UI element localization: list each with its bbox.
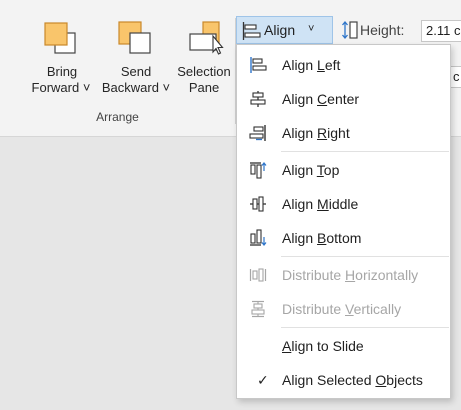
align-button-label: Align — [264, 22, 296, 38]
selection-pane-icon — [189, 21, 224, 55]
align-dropdown-button[interactable]: Align ˅ — [236, 16, 333, 44]
align-middle-icon — [250, 196, 266, 212]
selection-pane-button[interactable]: Selection Pane — [173, 18, 235, 100]
menu-item-align-right[interactable]: Align Right — [237, 116, 450, 150]
align-icon — [242, 22, 261, 40]
bring-forward-icon — [44, 22, 76, 54]
menu-item-label: Align to Slide — [282, 338, 364, 354]
align-bottom-icon — [250, 229, 267, 246]
menu-item-align-to-slide[interactable]: Align to Slide — [237, 329, 450, 363]
arrange-group-label: Arrange — [96, 110, 139, 124]
menu-item-distribute-horizontally: Distribute Horizontally — [237, 258, 450, 292]
menu-item-align-selected-objects[interactable]: ✓ Align Selected Objects — [237, 363, 450, 397]
chevron-down-icon: ˅ — [308, 23, 315, 35]
menu-separator — [281, 151, 449, 152]
menu-item-align-center[interactable]: Align Center — [237, 82, 450, 116]
menu-item-align-middle[interactable]: Align Middle — [237, 187, 450, 221]
menu-item-distribute-vertically: Distribute Vertically — [237, 292, 450, 326]
align-menu: Align Left Align Center Align Right Alig… — [236, 44, 451, 399]
height-input[interactable]: 2.11 c — [421, 20, 461, 42]
checkmark-icon: ✓ — [257, 372, 269, 388]
align-top-icon — [250, 162, 267, 179]
selection-pane-label-1: Selection — [177, 64, 231, 79]
menu-item-label: Distribute Horizontally — [282, 267, 419, 283]
menu-item-label: Align Bottom — [282, 230, 362, 246]
send-backward-button[interactable]: Send Backward ˅ — [99, 18, 173, 100]
menu-item-label: Align Selected Objects — [282, 372, 423, 388]
send-backward-label-1: Send — [120, 64, 152, 79]
shape-height-icon — [342, 20, 358, 40]
height-label: Height: — [360, 22, 405, 38]
menu-separator — [281, 327, 449, 328]
send-backward-icon — [118, 21, 151, 54]
menu-item-label: Align Center — [282, 91, 360, 107]
menu-item-align-top[interactable]: Align Top — [237, 153, 450, 187]
align-left-icon — [250, 57, 267, 73]
send-backward-label-2: Backward ˅ — [101, 80, 171, 95]
menu-item-label: Align Middle — [282, 196, 359, 212]
menu-item-align-bottom[interactable]: Align Bottom — [237, 221, 450, 255]
selection-pane-label-2: Pane — [188, 80, 220, 95]
menu-separator — [281, 256, 449, 257]
align-right-icon — [249, 125, 266, 141]
bring-forward-label-1: Bring — [46, 64, 78, 79]
menu-item-label: Align Top — [282, 162, 340, 178]
menu-item-label: Align Right — [282, 125, 350, 141]
distribute-horizontally-icon — [249, 268, 267, 282]
bring-forward-button[interactable]: Bring Forward ˅ — [28, 18, 96, 100]
bring-forward-label-2: Forward ˅ — [31, 80, 91, 95]
align-center-icon — [250, 91, 266, 107]
menu-item-align-left[interactable]: Align Left — [237, 48, 450, 82]
menu-item-label: Align Left — [282, 57, 341, 73]
distribute-vertically-icon — [251, 300, 265, 318]
menu-item-label: Distribute Vertically — [282, 301, 402, 317]
